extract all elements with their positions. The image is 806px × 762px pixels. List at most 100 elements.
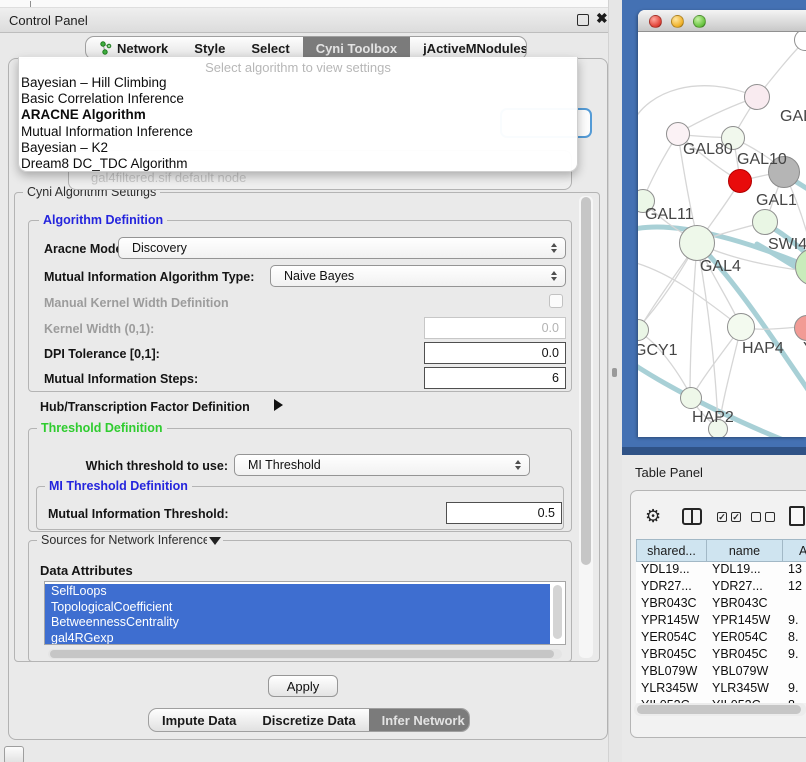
top-strip-tick <box>30 1 31 7</box>
table-row[interactable]: YDR27...YDR27...12 <box>636 579 806 596</box>
algorithm-option[interactable]: Dream8 DC_TDC Algorithm <box>19 156 577 172</box>
float-window-icon[interactable] <box>577 14 589 26</box>
tab-infer-network[interactable]: Infer Network <box>369 709 470 731</box>
list-item-selected[interactable]: TopologicalCoefficient <box>45 600 550 616</box>
panel-corner-button[interactable] <box>4 746 24 762</box>
node-gal1-red[interactable] <box>728 169 752 193</box>
node-label: GAL80 <box>683 141 733 159</box>
mi-steps-label: Mutual Information Steps: <box>44 372 198 386</box>
select-all-checkbox-icon[interactable]: ✓ <box>717 512 727 522</box>
algorithm-dropdown-popup: Select algorithm to view settings Bayesi… <box>18 57 578 172</box>
tab-discretize-data[interactable]: Discretize Data <box>249 709 368 731</box>
combo-spinner-icon <box>551 243 557 253</box>
application-window: Control Panel ✖ Network Style Select Cyn… <box>0 0 806 762</box>
mi-algorithm-type-label: Mutual Information Algorithm Type: <box>44 270 254 284</box>
control-panel-title: Control Panel <box>9 13 88 28</box>
new-table-icon[interactable] <box>789 506 805 526</box>
deselect-all-checkbox-icon[interactable] <box>765 512 775 522</box>
dpi-tolerance-input[interactable]: 0.0 <box>424 342 566 364</box>
mi-threshold-definition-title: MI Threshold Definition <box>45 479 192 493</box>
bottom-tabbar: Impute Data Discretize Data Infer Networ… <box>148 708 470 732</box>
dpi-tolerance-label: DPI Tolerance [0,1]: <box>44 347 160 361</box>
tab-cyni-toolbox[interactable]: Cyni Toolbox <box>303 37 410 59</box>
panel-splitter[interactable] <box>608 0 622 762</box>
table-row[interactable]: YPR145WYPR145W9. <box>636 613 806 630</box>
tab-select[interactable]: Select <box>238 37 302 59</box>
network-edges <box>638 32 806 437</box>
algorithm-option[interactable]: Basic Correlation Inference <box>19 91 577 107</box>
network-window-titlebar[interactable] <box>638 10 806 32</box>
algorithm-option[interactable]: Bayesian – K2 <box>19 140 577 156</box>
table-row[interactable]: YER054CYER054C8. <box>636 630 806 647</box>
column-header-clipped[interactable]: A <box>782 539 806 562</box>
deselect-all-checkbox-icon[interactable] <box>751 512 761 522</box>
algorithm-option-selected[interactable]: ARACNE Algorithm <box>19 107 577 123</box>
column-header-shared[interactable]: shared... <box>636 539 707 562</box>
network-window: GAL GAL80 GAL10 GAL11 GAL1 SWI4 GAL4 GCY… <box>638 10 806 437</box>
node-gal4[interactable] <box>679 225 715 261</box>
list-item-selected[interactable]: SelfLoops <box>45 584 550 600</box>
manual-kernel-width-label: Manual Kernel Width Definition <box>44 296 229 310</box>
kernel-width-label: Kernel Width (0,1): <box>44 322 154 336</box>
select-all-checkbox-icon[interactable]: ✓ <box>731 512 741 522</box>
list-item-selected[interactable]: BetweennessCentrality <box>45 615 550 631</box>
network-canvas[interactable]: GAL GAL80 GAL10 GAL11 GAL1 SWI4 GAL4 GCY… <box>638 32 806 437</box>
data-attributes-label: Data Attributes <box>40 563 133 578</box>
minimize-traffic-light-icon[interactable] <box>671 15 684 28</box>
hub-definition-label[interactable]: Hub/Transcription Factor Definition <box>40 400 250 414</box>
tab-impute-data[interactable]: Impute Data <box>149 709 249 731</box>
splitter-handle-icon[interactable] <box>612 368 617 377</box>
aracne-mode-combobox[interactable]: Discovery <box>118 237 566 259</box>
table-row[interactable]: YDL19...YDL19...13 <box>636 562 806 579</box>
settings-scrollbar-thumb[interactable] <box>581 197 591 565</box>
mi-steps-input[interactable]: 6 <box>424 367 566 389</box>
table-body[interactable]: YDL19...YDL19...13 YDR27...YDR27...12 YB… <box>636 562 806 703</box>
data-attributes-list[interactable]: SelfLoops TopologicalCoefficient Between… <box>44 581 566 645</box>
table-row[interactable]: YBR043CYBR043C <box>636 596 806 613</box>
kernel-width-input[interactable]: 0.0 <box>424 317 566 339</box>
gear-icon[interactable]: ⚙ <box>645 506 661 527</box>
network-tab-icon <box>99 41 112 55</box>
list-hscrollbar-thumb[interactable] <box>50 650 554 658</box>
node-label: HAP4 <box>742 340 784 358</box>
node-hap4[interactable] <box>727 313 755 341</box>
algorithm-option[interactable]: Bayesian – Hill Climbing <box>19 75 577 91</box>
combo-spinner-icon <box>551 271 557 281</box>
collapse-arrow-icon[interactable] <box>207 534 223 548</box>
node-label: GAL11 <box>645 206 694 224</box>
aracne-mode-label: Aracne Mode: <box>44 242 127 256</box>
node-hap2[interactable] <box>680 387 702 409</box>
mi-threshold-label: Mutual Information Threshold: <box>48 507 229 521</box>
network-view-frame-edge <box>622 447 806 455</box>
node-gal-pink[interactable] <box>744 84 770 110</box>
tab-jactivemnodules[interactable]: jActiveMNodules <box>410 37 527 59</box>
tab-style[interactable]: Style <box>181 37 238 59</box>
table-row[interactable]: YBL079WYBL079W <box>636 664 806 681</box>
list-scrollbar-thumb[interactable] <box>553 585 562 639</box>
tab-network[interactable]: Network <box>86 37 181 59</box>
apply-button[interactable]: Apply <box>268 675 338 697</box>
expand-arrow-icon[interactable] <box>274 399 283 411</box>
table-row[interactable]: YLR345WYLR345W9. <box>636 681 806 698</box>
node-label: GAL <box>780 108 806 126</box>
mi-algorithm-type-combobox[interactable]: Naive Bayes <box>270 265 566 287</box>
node-label: SWI4 <box>768 236 806 254</box>
table-row[interactable]: YBR045CYBR045C9. <box>636 647 806 664</box>
mi-threshold-input[interactable]: 0.5 <box>446 502 562 524</box>
manual-kernel-width-checkbox[interactable] <box>549 294 563 308</box>
list-item-selected[interactable]: gal4RGexp <box>45 631 550 646</box>
algorithm-option[interactable]: Mutual Information Inference <box>19 124 577 140</box>
close-icon[interactable]: ✖ <box>596 10 608 27</box>
table-hscrollbar-thumb[interactable] <box>637 705 801 714</box>
node-swi4[interactable] <box>752 209 778 235</box>
zoom-traffic-light-icon[interactable] <box>693 15 706 28</box>
algorithm-popup-placeholder: Select algorithm to view settings <box>19 60 577 75</box>
table-panel-title: Table Panel <box>635 465 703 480</box>
which-threshold-combobox[interactable]: MI Threshold <box>234 454 530 476</box>
columns-icon[interactable] <box>682 508 702 525</box>
node-label: GAL10 <box>737 151 787 169</box>
combo-spinner-icon <box>515 460 521 470</box>
close-traffic-light-icon[interactable] <box>649 15 662 28</box>
control-panel-titlebar: Control Panel <box>0 8 622 33</box>
column-header-name[interactable]: name <box>706 539 783 562</box>
